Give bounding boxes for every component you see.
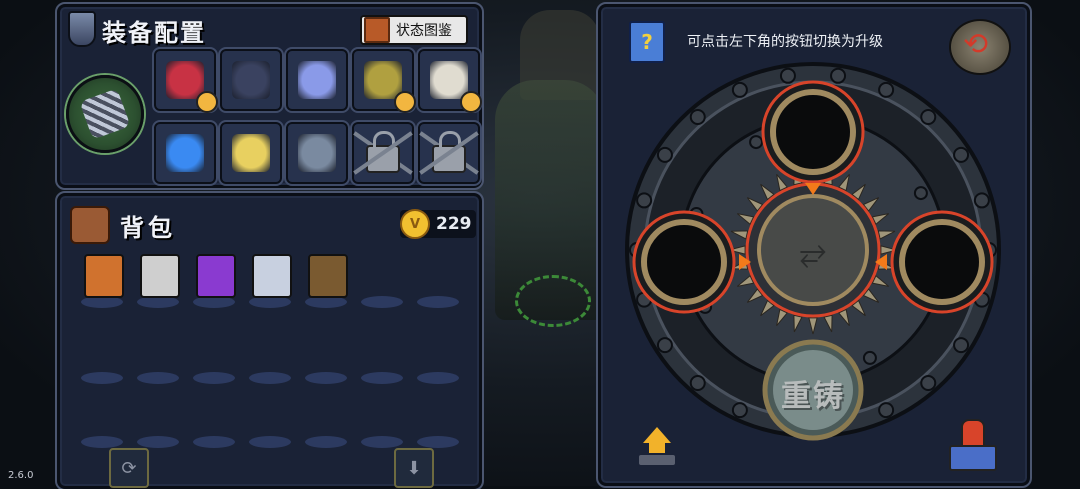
- armor-icon: [68, 11, 96, 47]
- coin-icon: V: [400, 209, 430, 239]
- backpack-item-wooden-totem[interactable]: [300, 254, 352, 308]
- backpack-icon: [70, 206, 110, 244]
- down-arrow-icon: ⬇: [406, 457, 422, 479]
- backpack-item-purple-rune-disc[interactable]: [188, 254, 240, 308]
- backpack-empty-slot[interactable]: [356, 394, 408, 448]
- version-label: 2.6.0: [8, 470, 34, 481]
- backpack-empty-slot[interactable]: [412, 394, 464, 448]
- rivet: [920, 108, 937, 125]
- rivet: [656, 146, 673, 163]
- battery-device-icon: [298, 134, 336, 172]
- coin-value: 229: [436, 214, 472, 234]
- rivet: [878, 81, 895, 98]
- rivet: [830, 67, 847, 84]
- swap-rune-icon: ⥂: [799, 232, 826, 272]
- equipment-slot-dark-hood-figure[interactable]: [218, 47, 284, 113]
- rivet: [731, 81, 748, 98]
- compass-icon: [252, 254, 292, 298]
- coin-counter: V 229: [400, 209, 476, 239]
- rivet: [913, 186, 928, 201]
- backpack-item-skull-scroll[interactable]: [132, 254, 184, 308]
- top-socket[interactable]: [770, 89, 856, 175]
- backpack-empty-slot[interactable]: [300, 394, 352, 448]
- upgrade-badge-icon: [394, 91, 416, 113]
- backpack-item-recipe-scroll-orange[interactable]: [76, 254, 128, 308]
- backpack-item-compass[interactable]: [244, 254, 296, 308]
- forge-panel: ? 可点击左下角的按钮切换为升级 ⥂ 重铸: [596, 2, 1032, 488]
- rivet: [953, 337, 970, 354]
- equipment-slot-red-amulet[interactable]: [152, 47, 218, 113]
- rivet: [636, 192, 653, 209]
- drop-button[interactable]: ⬇: [394, 448, 434, 488]
- equipment-title: 装备配置: [102, 19, 206, 47]
- backpack-empty-slot[interactable]: [188, 394, 240, 448]
- backpack-title: 背包: [120, 214, 176, 242]
- backpack-empty-slot[interactable]: [412, 330, 464, 384]
- anvil-button[interactable]: [947, 419, 997, 471]
- equipment-slot-battery-device[interactable]: [284, 120, 350, 186]
- equipment-slot-blue-gem-pendant[interactable]: [152, 120, 218, 186]
- right-socket[interactable]: [899, 219, 985, 305]
- equipment-slot-torch-pair[interactable]: [218, 120, 284, 186]
- status-codex-label: 状态图鉴: [396, 23, 452, 39]
- rivet: [689, 108, 706, 125]
- equipment-slot-golden-mask[interactable]: [350, 47, 416, 113]
- codex-book-icon: [364, 17, 390, 43]
- dark-hood-figure-icon: [232, 61, 270, 99]
- rivet: [973, 192, 990, 209]
- backpack-empty-slot[interactable]: [244, 394, 296, 448]
- anvil-icon: [949, 445, 997, 471]
- equipment-panel: 装备配置 状态图鉴: [55, 2, 484, 190]
- locked-equipment-slot[interactable]: [350, 120, 416, 186]
- backpack-empty-slot[interactable]: [300, 330, 352, 384]
- upgrade-toggle-button[interactable]: [639, 427, 675, 467]
- locked-equipment-slot[interactable]: [416, 120, 482, 186]
- equipment-slot-crystal-orb[interactable]: [284, 47, 350, 113]
- player-ring: [515, 275, 591, 327]
- padlock-icon: [366, 131, 400, 173]
- crystal-orb-icon: [298, 61, 336, 99]
- reforge-label: 重铸: [781, 379, 845, 414]
- recycle-icon: ⟳: [121, 457, 137, 479]
- recipe-scroll-orange-icon: [84, 254, 124, 298]
- purple-rune-disc-icon: [196, 254, 236, 298]
- recycle-button[interactable]: ⟳: [109, 448, 149, 488]
- weapon-slot[interactable]: [66, 75, 144, 153]
- status-codex-button[interactable]: 状态图鉴: [360, 15, 468, 45]
- backpack-empty-slot[interactable]: [356, 330, 408, 384]
- torch-pair-icon: [232, 134, 270, 172]
- rivet: [689, 375, 706, 392]
- backpack-empty-slot[interactable]: [132, 330, 184, 384]
- backpack-empty-slot[interactable]: [244, 330, 296, 384]
- backpack-empty-slot[interactable]: [188, 330, 240, 384]
- skull-scroll-icon: [140, 254, 180, 298]
- equipment-slot-white-horn-pendant[interactable]: [416, 47, 482, 113]
- rivet: [862, 350, 877, 365]
- upgrade-badge-icon: [460, 91, 482, 113]
- rivet: [656, 337, 673, 354]
- upgrade-badge-icon: [196, 91, 218, 113]
- hammer-icon: [961, 419, 985, 447]
- backpack-panel: 背包 V 229 ⟳ ⬇: [55, 191, 484, 489]
- rivet: [920, 375, 937, 392]
- backpack-empty-slot[interactable]: [76, 330, 128, 384]
- blue-gem-pendant-icon: [166, 134, 204, 172]
- backpack-empty-slot[interactable]: [132, 394, 184, 448]
- backpack-empty-slot[interactable]: [412, 254, 464, 308]
- rivet: [749, 135, 764, 150]
- rivet: [779, 67, 796, 84]
- claw-weapon-icon: [79, 88, 131, 140]
- rivet: [731, 402, 748, 419]
- backpack-empty-slot[interactable]: [356, 254, 408, 308]
- rivet: [878, 402, 895, 419]
- padlock-icon: [432, 131, 466, 173]
- wooden-totem-icon: [308, 254, 348, 298]
- backpack-empty-slot[interactable]: [76, 394, 128, 448]
- rivet: [953, 146, 970, 163]
- left-socket[interactable]: [641, 219, 727, 305]
